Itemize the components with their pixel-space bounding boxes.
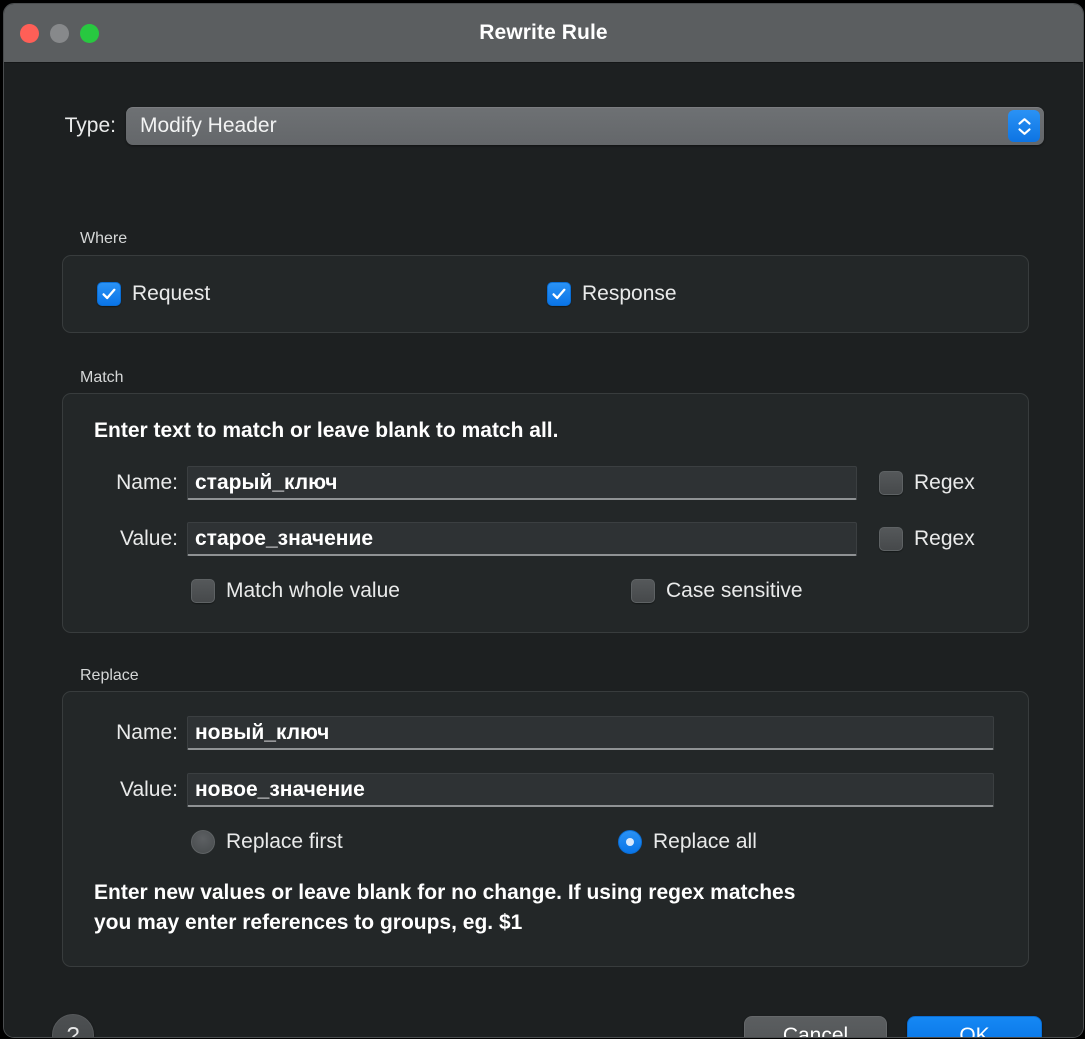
checkbox-case-sensitive[interactable]: Case sensitive [631, 579, 803, 603]
match-value-label: Value: [120, 527, 178, 550]
match-name-label: Name: [116, 471, 178, 494]
match-value-value: старое_значение [195, 526, 374, 550]
request-checkbox-icon[interactable] [97, 282, 121, 306]
match-hint: Enter text to match or leave blank to ma… [94, 419, 559, 442]
case-sensitive-checkbox-icon[interactable] [631, 579, 655, 603]
match-whole-value-label: Match whole value [226, 579, 400, 602]
type-popup-button[interactable]: Modify Header [126, 107, 1044, 145]
replace-value-value: новое_значение [195, 777, 365, 801]
match-name-regex-label: Regex [914, 471, 975, 494]
replace-group: Name: новый_ключ Value: новое_значение R… [62, 691, 1029, 967]
chevron-down-icon [1017, 127, 1031, 135]
checkbox-match-name-regex[interactable]: Regex [879, 471, 975, 495]
match-name-value: старый_ключ [195, 470, 338, 494]
case-sensitive-label: Case sensitive [666, 579, 803, 602]
replace-name-value: новый_ключ [195, 720, 330, 744]
replace-first-label: Replace first [226, 830, 343, 853]
replace-hint-line1: Enter new values or leave blank for no c… [94, 881, 796, 904]
match-group-label: Match [80, 369, 124, 386]
dialog-body: Type: Modify Header Where Request Respon… [4, 63, 1083, 1037]
replace-first-radio-icon[interactable] [191, 830, 215, 854]
ok-button[interactable]: OK [907, 1016, 1042, 1037]
traffic-light-group [20, 4, 99, 62]
where-group-label: Where [80, 230, 128, 247]
checkbox-response[interactable]: Response [547, 282, 677, 306]
replace-all-label: Replace all [653, 830, 757, 853]
radio-replace-all[interactable]: Replace all [618, 830, 757, 854]
type-popup-value: Modify Header [140, 114, 277, 137]
match-group: Enter text to match or leave blank to ma… [62, 393, 1029, 633]
replace-value-input[interactable]: новое_значение [187, 773, 994, 807]
chevron-up-icon [1017, 117, 1031, 125]
match-value-regex-label: Regex [914, 527, 975, 550]
request-label: Request [132, 282, 211, 305]
replace-all-radio-icon[interactable] [618, 830, 642, 854]
type-row: Type: Modify Header [4, 107, 1083, 145]
replace-hint-line2: you may enter references to groups, eg. … [94, 911, 523, 934]
match-value-regex-checkbox-icon[interactable] [879, 527, 903, 551]
replace-name-row: Name: новый_ключ [63, 716, 1028, 750]
window-title: Rewrite Rule [479, 21, 608, 44]
replace-group-label: Replace [80, 667, 139, 684]
match-name-input[interactable]: старый_ключ [187, 466, 857, 500]
match-value-row: Value: старое_значение Regex [63, 522, 1028, 556]
checkmark-icon [102, 288, 116, 300]
cancel-button[interactable]: Cancel [744, 1016, 887, 1037]
minimize-window-icon[interactable] [50, 23, 69, 43]
match-name-regex-checkbox-icon[interactable] [879, 471, 903, 495]
where-group: Request Response [62, 255, 1029, 333]
zoom-window-icon[interactable] [80, 23, 99, 43]
response-checkbox-icon[interactable] [547, 282, 571, 306]
radio-replace-first[interactable]: Replace first [191, 830, 343, 854]
response-label: Response [582, 282, 677, 305]
checkbox-request[interactable]: Request [97, 282, 210, 306]
match-value-input[interactable]: старое_значение [187, 522, 857, 556]
close-window-icon[interactable] [20, 23, 39, 43]
replace-name-input[interactable]: новый_ключ [187, 716, 994, 750]
match-whole-value-checkbox-icon[interactable] [191, 579, 215, 603]
rewrite-rule-dialog: Rewrite Rule Type: Modify Header Where R… [3, 3, 1084, 1038]
replace-value-row: Value: новое_значение [63, 773, 1028, 807]
type-label: Type: [64, 114, 116, 137]
replace-value-label: Value: [120, 778, 178, 801]
replace-name-label: Name: [116, 721, 178, 744]
match-name-row: Name: старый_ключ Regex [63, 466, 1028, 500]
window-titlebar: Rewrite Rule [4, 4, 1083, 63]
checkbox-match-whole-value[interactable]: Match whole value [191, 579, 400, 603]
checkmark-icon [552, 288, 566, 300]
checkbox-match-value-regex[interactable]: Regex [879, 527, 975, 551]
chevron-up-down-icon[interactable] [1008, 110, 1040, 142]
help-button[interactable]: ? [52, 1014, 94, 1037]
